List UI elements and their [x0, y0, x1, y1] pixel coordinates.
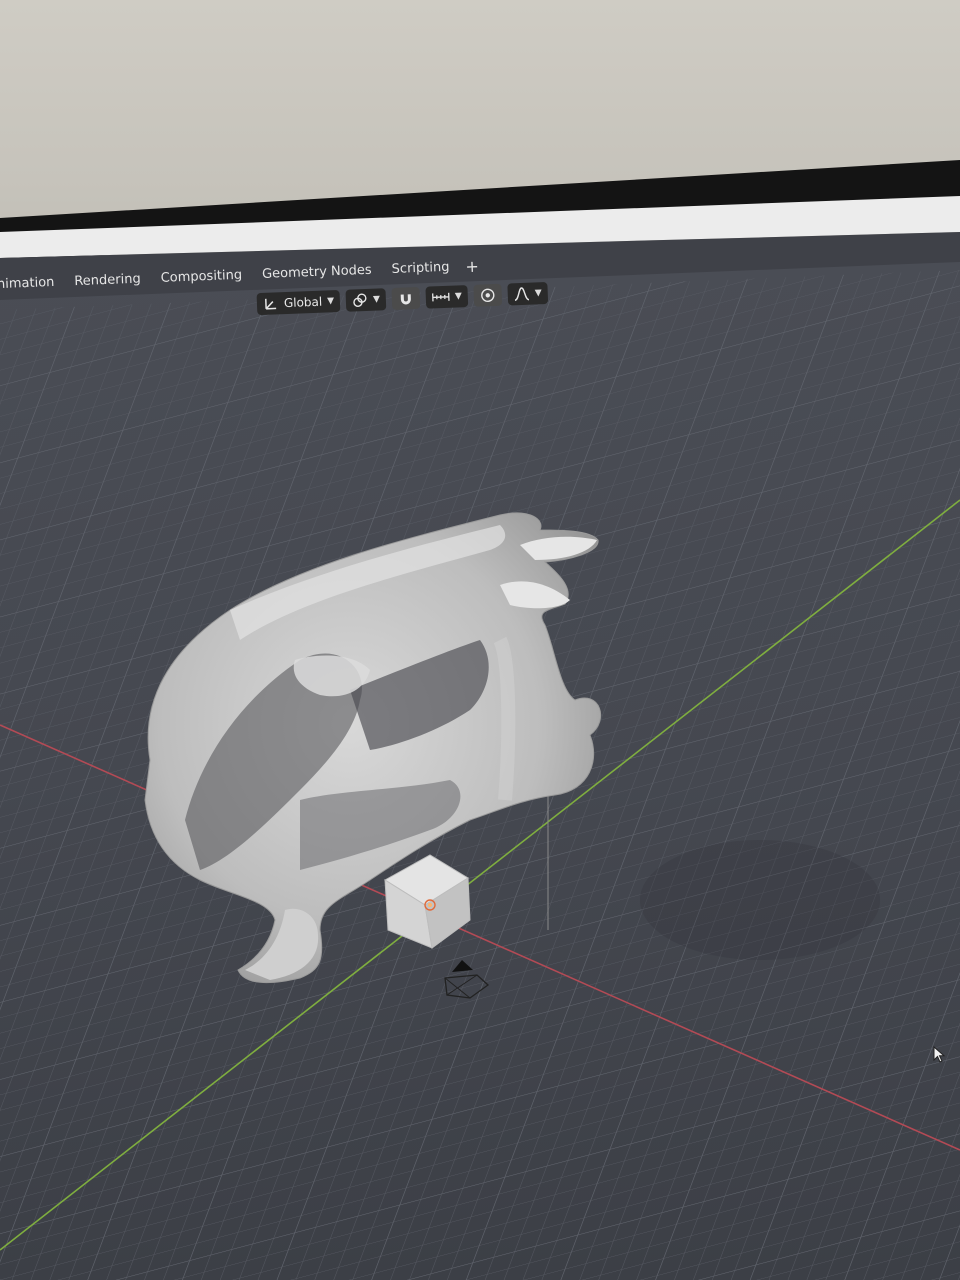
tab-geometry-nodes[interactable]: Geometry Nodes	[252, 255, 383, 290]
tab-scripting[interactable]: Scripting	[381, 252, 460, 285]
tab-compositing[interactable]: Compositing	[150, 260, 253, 294]
transform-orientation-dropdown[interactable]: Global ▼	[256, 289, 341, 316]
monitor-viewport	[0, 160, 960, 1280]
chevron-down-icon: ▼	[454, 291, 463, 302]
snap-target-dropdown[interactable]: ▼	[425, 285, 469, 309]
snap-toggle[interactable]	[391, 286, 421, 310]
screen-moire	[640, 840, 880, 960]
orientation-axes-icon	[265, 298, 277, 310]
pivot-point-dropdown[interactable]: ▼	[345, 288, 387, 312]
magnet-snap-icon	[400, 294, 412, 305]
snap-increment-icon	[432, 292, 450, 302]
falloff-dropdown[interactable]: ▼	[507, 282, 549, 306]
chevron-down-icon: ▼	[372, 294, 381, 305]
tab-animation[interactable]: nimation	[0, 268, 65, 301]
mouse-cursor-icon	[933, 1046, 946, 1063]
add-workspace-button[interactable]: +	[459, 251, 486, 282]
proportional-edit-icon	[481, 288, 495, 303]
transform-pivot-icon	[353, 293, 367, 307]
tab-rendering[interactable]: Rendering	[64, 264, 151, 297]
proportional-edit-toggle[interactable]	[473, 283, 503, 307]
falloff-curve-icon	[514, 287, 530, 301]
chevron-down-icon: ▼	[326, 296, 335, 307]
orientation-label: Global	[283, 294, 323, 311]
chevron-down-icon: ▼	[534, 288, 542, 299]
